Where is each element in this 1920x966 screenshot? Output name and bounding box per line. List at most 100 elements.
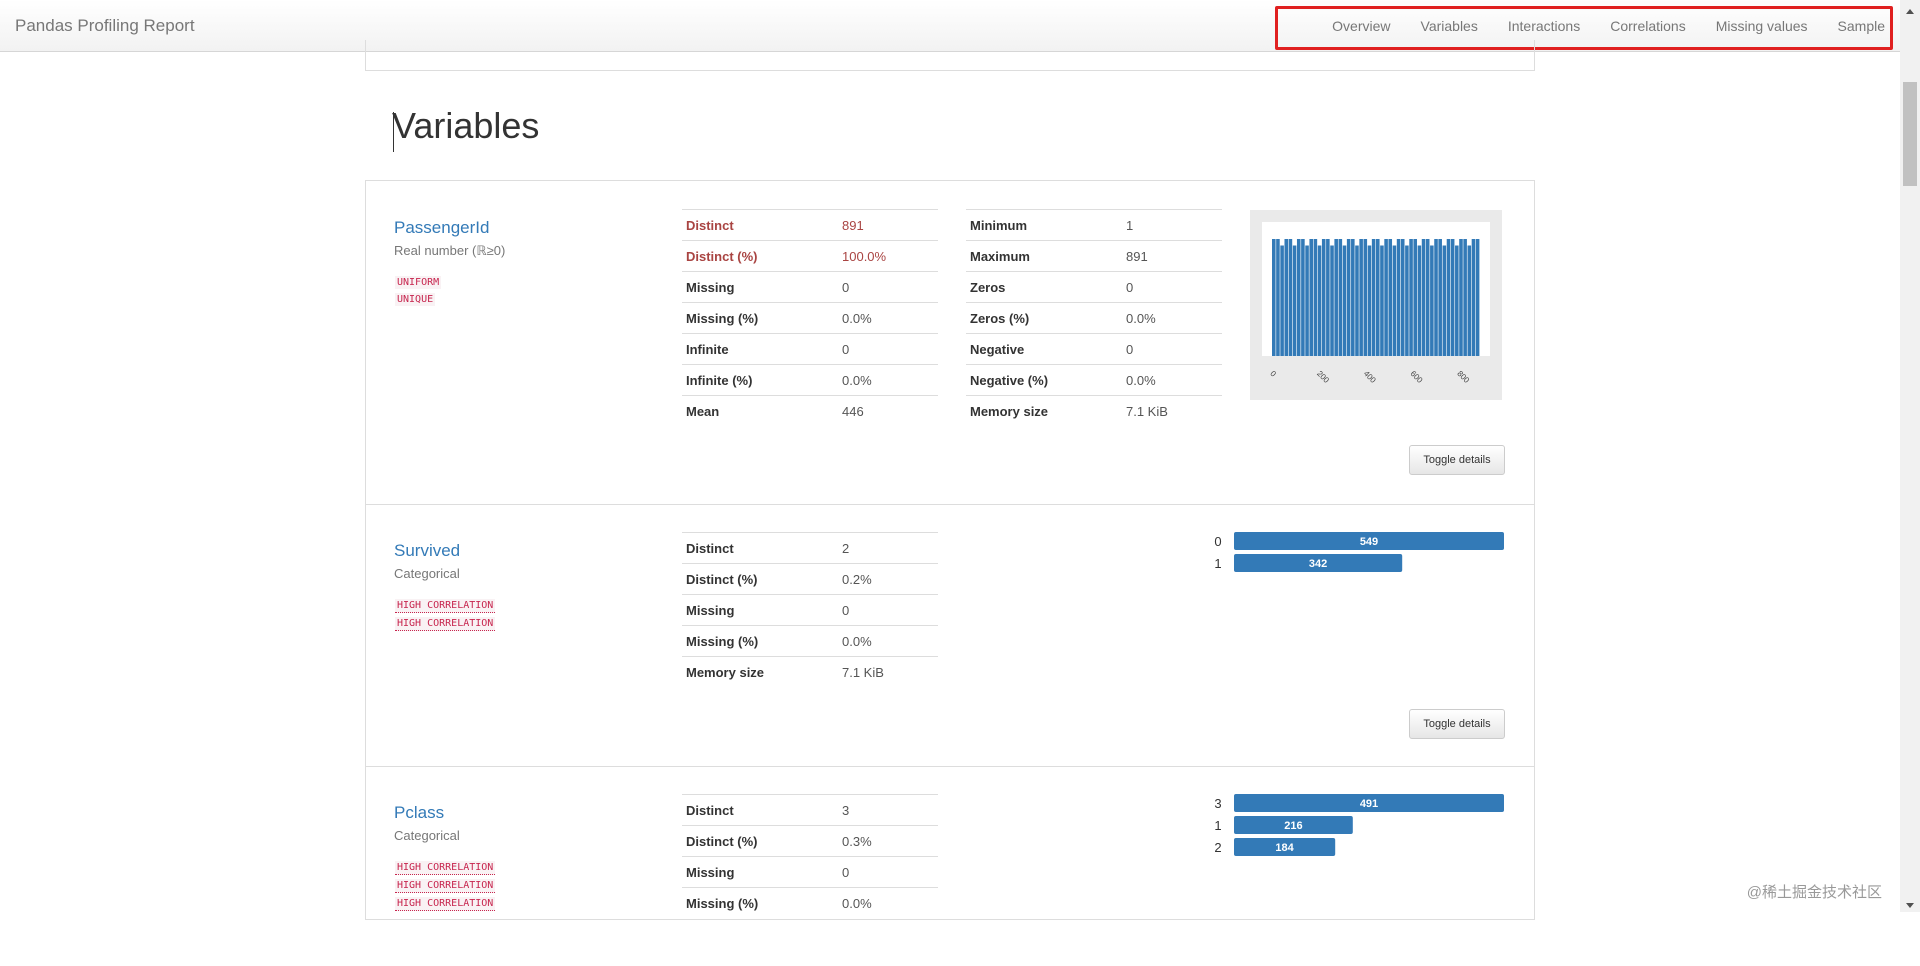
histogram-bar [1384, 239, 1388, 356]
histogram-chart: 0 200 400 600 800 [1250, 210, 1502, 400]
stat-value: 0.0% [1122, 364, 1222, 396]
page-title: Variables [392, 105, 540, 146]
histogram-bar [1338, 239, 1343, 356]
histogram-bar [1326, 239, 1330, 356]
scroll-up-icon[interactable] [1906, 9, 1914, 14]
stats-table: Distinct 891 Distinct (%) 100.0% Missing 0 … [682, 209, 938, 426]
stat-label: Zeros (%) [966, 302, 1122, 334]
category-label: 3 [1214, 796, 1221, 811]
category-label: 2 [1214, 840, 1221, 855]
high-correlation-badge[interactable]: HIGH CORRELATION [395, 599, 496, 613]
histogram-bar [1317, 245, 1322, 356]
stat-label: Mean [682, 395, 838, 426]
table-row: Minimum 1 [966, 209, 1222, 241]
stat-label: Maximum [966, 240, 1122, 272]
table-row: Infinite (%) 0.0% [682, 364, 938, 396]
histogram-bar [1434, 239, 1438, 356]
histogram-bar [1355, 245, 1359, 356]
toggle-details-button[interactable]: Toggle details [1409, 445, 1505, 475]
stat-value: 446 [838, 395, 938, 426]
histogram-bar [1371, 239, 1376, 356]
stat-label: Missing (%) [682, 302, 838, 334]
histogram-bar [1475, 239, 1480, 356]
watermark: @稀土掘金技术社区 [1746, 884, 1882, 901]
histogram-bar [1376, 239, 1380, 356]
stat-label: Negative [966, 333, 1122, 365]
stat-value: 3 [838, 794, 938, 826]
badge-list: UNIFORM UNIQUE [395, 276, 442, 310]
stat-value: 0.0% [838, 887, 938, 918]
stat-value: 2 [838, 532, 938, 564]
previous-section-box [365, 40, 1535, 71]
vertical-scrollbar[interactable] [1900, 0, 1920, 912]
variable-row-survived: Survived Categorical HIGH CORRELATION HI… [366, 504, 1534, 767]
category-label: 0 [1214, 534, 1221, 549]
variable-name[interactable]: Pclass [394, 803, 444, 823]
table-row: Distinct (%) 100.0% [682, 240, 938, 272]
stat-label: Distinct [682, 794, 838, 826]
histogram-bar [1430, 245, 1434, 356]
histogram-bar [1450, 239, 1455, 356]
variable-name[interactable]: PassengerId [394, 218, 489, 238]
stat-value: 1 [1122, 209, 1222, 241]
table-row: Missing 0 [682, 856, 938, 888]
stat-label: Memory size [682, 656, 838, 687]
histogram-bar [1305, 245, 1309, 356]
histogram-bar [1321, 239, 1326, 356]
variable-type: Real number (ℝ≥0) [394, 243, 506, 258]
histogram-bar [1413, 239, 1417, 356]
histogram-bar [1301, 239, 1305, 356]
high-correlation-badge[interactable]: HIGH CORRELATION [395, 861, 496, 875]
variables-container: PassengerId Real number (ℝ≥0) UNIFORM UN… [365, 180, 1535, 920]
category-label: 1 [1214, 818, 1221, 833]
brand-title[interactable]: Pandas Profiling Report [15, 16, 195, 36]
histogram-bar [1421, 239, 1426, 356]
high-correlation-badge[interactable]: HIGH CORRELATION [395, 897, 496, 911]
stat-value: 0.0% [838, 364, 938, 396]
table-row: Distinct 891 [682, 209, 938, 241]
table-row: Missing 0 [682, 594, 938, 626]
category-label: 1 [1214, 556, 1221, 571]
high-correlation-badge[interactable]: HIGH CORRELATION [395, 879, 496, 893]
badge-list: HIGH CORRELATION HIGH CORRELATION [395, 599, 496, 635]
toggle-details-button[interactable]: Toggle details [1409, 709, 1505, 739]
histogram-bar [1276, 239, 1280, 356]
bar-value-label: 184 [1275, 842, 1294, 854]
variable-name[interactable]: Survived [394, 541, 460, 561]
histogram-bar [1309, 239, 1313, 356]
text-cursor [393, 112, 394, 152]
histogram-bar [1417, 245, 1422, 356]
scroll-thumb[interactable] [1903, 82, 1917, 186]
histogram-bar [1359, 239, 1363, 356]
stats-table: Distinct 2 Distinct (%) 0.2% Missing 0 Miss… [682, 532, 938, 687]
variable-row-pclass: Pclass Categorical HIGH CORRELATION HIGH… [366, 766, 1534, 966]
histogram-bar [1367, 245, 1372, 356]
stat-label: Missing (%) [682, 887, 838, 918]
table-row: Distinct 2 [682, 532, 938, 564]
stat-value: 0 [838, 271, 938, 303]
table-row: Maximum 891 [966, 240, 1222, 272]
stat-label: Memory size [966, 395, 1122, 426]
histogram-bar [1442, 245, 1447, 356]
stat-value: 891 [838, 209, 938, 241]
histogram-bar [1280, 245, 1284, 356]
histogram-bar [1400, 239, 1405, 356]
stat-value: 0 [838, 333, 938, 365]
stat-label: Missing [682, 594, 838, 626]
scroll-down-icon[interactable] [1906, 903, 1914, 908]
histogram-bar [1342, 245, 1347, 356]
stat-label: Minimum [966, 209, 1122, 241]
stat-label: Distinct [682, 532, 838, 564]
histogram-bar [1405, 245, 1409, 356]
stat-value: 100.0% [838, 240, 938, 272]
stat-label: Distinct [682, 209, 838, 241]
stat-value: 0 [1122, 271, 1222, 303]
stat-label: Negative (%) [966, 364, 1122, 396]
stat-label: Infinite [682, 333, 838, 365]
table-row: Distinct 3 [682, 794, 938, 826]
bar-value-label: 549 [1360, 536, 1378, 548]
high-correlation-badge[interactable]: HIGH CORRELATION [395, 617, 496, 631]
histogram-bar [1272, 239, 1276, 356]
histogram-bar [1455, 245, 1459, 356]
variable-row-passengerid: PassengerId Real number (ℝ≥0) UNIFORM UN… [366, 181, 1534, 505]
